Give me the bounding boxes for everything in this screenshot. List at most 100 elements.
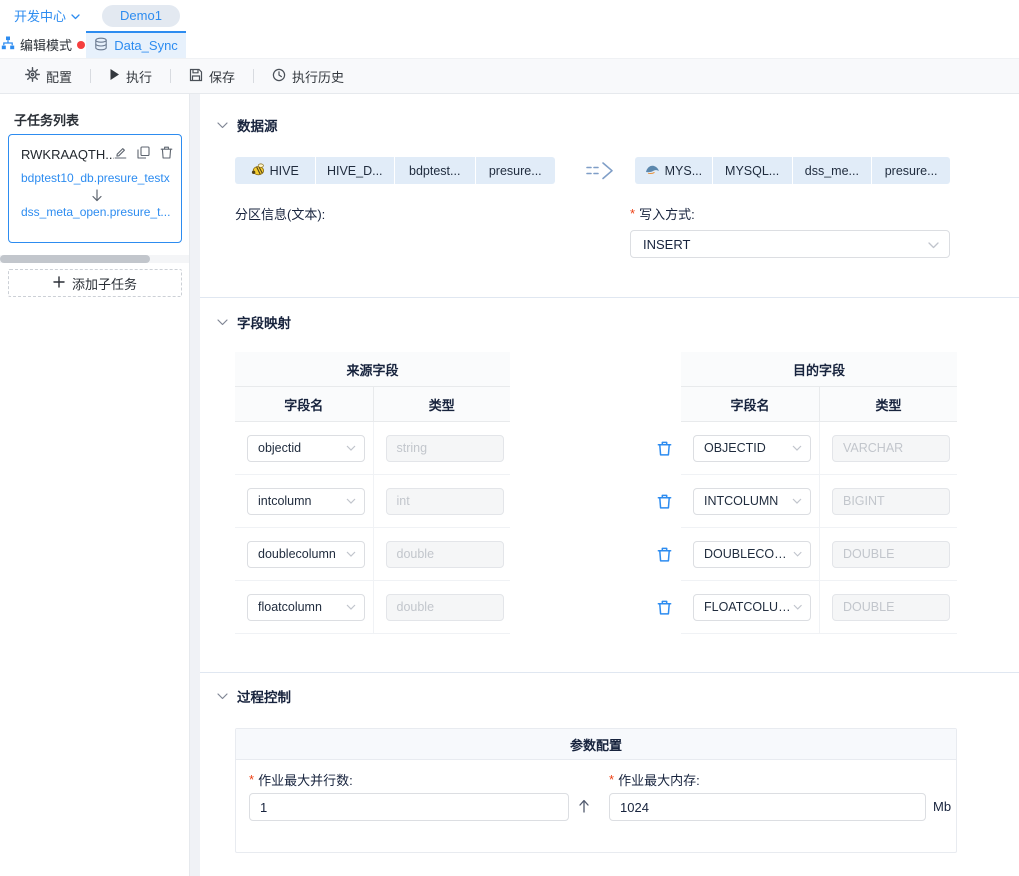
table-row: FLOATCOLUMN DOUBLE bbox=[681, 581, 957, 634]
tab-data-sync[interactable]: Data_Sync bbox=[86, 31, 186, 58]
edit-icon[interactable] bbox=[114, 146, 127, 162]
required-marker: * bbox=[630, 206, 635, 221]
required-marker: * bbox=[249, 772, 254, 787]
subtask-name: RWKRAAQTH... bbox=[21, 147, 114, 162]
target-segment: dss_me... bbox=[793, 157, 872, 184]
table-row: floatcolumn double bbox=[235, 581, 510, 634]
source-segment: presure... bbox=[476, 157, 556, 184]
collapse-chevron-icon[interactable] bbox=[217, 122, 228, 129]
target-segment-label: presure... bbox=[885, 164, 938, 178]
collapse-chevron-icon[interactable] bbox=[217, 319, 228, 326]
config-button[interactable]: 配置 bbox=[25, 67, 72, 86]
edit-mode-label: 编辑模式 bbox=[20, 35, 72, 54]
sidebar-scrollbar-thumb[interactable] bbox=[0, 255, 150, 263]
edit-mode-toggle[interactable]: 编辑模式 bbox=[0, 31, 86, 58]
section-divider bbox=[200, 297, 1019, 298]
target-field-select[interactable]: INTCOLUMN bbox=[693, 488, 811, 515]
tab-bar: 编辑模式 Data_Sync bbox=[0, 31, 1019, 58]
delete-icon[interactable] bbox=[160, 146, 173, 162]
target-type-field: DOUBLE bbox=[832, 541, 950, 568]
source-type-field: double bbox=[386, 541, 504, 568]
subtask-target-table: dss_meta_open.presure_t... bbox=[21, 205, 173, 219]
target-fields-table: 目的字段 字段名 类型 OBJECTID VARCHAR INTCOLUMN B… bbox=[681, 352, 957, 634]
parameter-config-box: 参数配置 * 作业最大并行数: * 作业最 bbox=[235, 728, 957, 853]
collapse-chevron-icon[interactable] bbox=[217, 693, 228, 700]
target-segment: presure... bbox=[872, 157, 950, 184]
table-row: intcolumn int bbox=[235, 475, 510, 528]
max-parallel-input[interactable] bbox=[249, 793, 569, 821]
source-field-select[interactable]: objectid bbox=[247, 435, 365, 462]
delete-row-icon[interactable] bbox=[657, 441, 672, 456]
hive-icon bbox=[251, 163, 265, 179]
datasource-section-header: 数据源 bbox=[217, 115, 278, 135]
chevron-down-icon bbox=[928, 237, 939, 252]
target-segment: MYSQL... bbox=[713, 157, 792, 184]
source-segment-label: HIVE bbox=[270, 164, 299, 178]
flow-arrow-icon bbox=[585, 160, 615, 182]
source-type-field: string bbox=[386, 435, 504, 462]
max-memory-label: * 作业最大内存: bbox=[609, 770, 700, 789]
main-panel: 数据源 HIVE HIVE_D... bdptest... bbox=[200, 94, 1019, 876]
table-row: doublecolumn double bbox=[235, 528, 510, 581]
tab-label: Data_Sync bbox=[114, 38, 178, 53]
target-datasource-group[interactable]: MYS... MYSQL... dss_me... presure... bbox=[635, 157, 950, 184]
app-window: 开发中心 Demo1 编辑模式 bbox=[0, 0, 1019, 876]
source-segment: bdptest... bbox=[395, 157, 475, 184]
source-fields-table: 来源字段 字段名 类型 objectid string intcolumn in… bbox=[235, 352, 510, 634]
source-segment: HIVE bbox=[235, 157, 315, 184]
subtask-source-table: bdptest10_db.presure_testx bbox=[21, 171, 173, 185]
workspace-label: 开发中心 bbox=[14, 6, 66, 25]
stepper-up-icon[interactable] bbox=[578, 799, 590, 813]
max-memory-input[interactable] bbox=[609, 793, 926, 821]
target-field-select[interactable]: DOUBLECOLU... bbox=[693, 541, 811, 568]
chevron-down-icon bbox=[71, 8, 80, 23]
history-label: 执行历史 bbox=[292, 67, 344, 86]
source-field-select[interactable]: doublecolumn bbox=[247, 541, 365, 568]
source-type-field: double bbox=[386, 594, 504, 621]
section-divider bbox=[200, 672, 1019, 673]
source-field-select[interactable]: floatcolumn bbox=[247, 594, 365, 621]
target-segment-label: MYS... bbox=[665, 164, 703, 178]
write-mode-value: INSERT bbox=[643, 237, 690, 252]
save-button[interactable]: 保存 bbox=[189, 67, 235, 86]
sidebar-gutter bbox=[190, 94, 200, 876]
memory-unit: Mb bbox=[933, 799, 951, 814]
target-field-select[interactable]: OBJECTID bbox=[693, 435, 811, 462]
table-row: INTCOLUMN BIGINT bbox=[681, 475, 957, 528]
clock-icon bbox=[272, 68, 286, 85]
subtask-sidebar: 子任务列表 RWKRAAQTH... bbox=[0, 94, 190, 876]
mysql-icon bbox=[645, 163, 660, 178]
content: 子任务列表 RWKRAAQTH... bbox=[0, 94, 1019, 876]
config-label: 配置 bbox=[46, 67, 72, 86]
delete-row-icon[interactable] bbox=[657, 494, 672, 509]
write-mode-select[interactable]: INSERT bbox=[630, 230, 950, 258]
column-header-type: 类型 bbox=[819, 387, 957, 421]
workspace-switcher[interactable]: 开发中心 bbox=[14, 6, 80, 25]
run-button[interactable]: 执行 bbox=[109, 67, 152, 86]
save-icon bbox=[189, 68, 203, 85]
target-field-select[interactable]: FLOATCOLUMN bbox=[693, 594, 811, 621]
subtask-card[interactable]: RWKRAAQTH... bbox=[8, 134, 182, 243]
unsaved-dot bbox=[77, 41, 85, 49]
run-label: 执行 bbox=[126, 67, 152, 86]
add-subtask-button[interactable]: 添加子任务 bbox=[8, 269, 182, 297]
delete-row-icon[interactable] bbox=[657, 547, 672, 562]
sidebar-scrollbar-track bbox=[0, 255, 189, 263]
source-datasource-group[interactable]: HIVE HIVE_D... bdptest... presure... bbox=[235, 157, 555, 184]
source-table-title: 来源字段 bbox=[235, 352, 510, 387]
delete-row-icon[interactable] bbox=[657, 600, 672, 615]
toolbar-divider bbox=[170, 69, 171, 83]
source-segment: HIVE_D... bbox=[316, 157, 395, 184]
source-type-field: int bbox=[386, 488, 504, 515]
table-row: objectid string bbox=[235, 422, 510, 475]
database-icon bbox=[94, 37, 108, 54]
parameter-config-title: 参数配置 bbox=[236, 729, 956, 760]
source-segment-label: HIVE_D... bbox=[327, 164, 383, 178]
partition-label: 分区信息(文本): bbox=[235, 204, 325, 223]
datasource-section-title: 数据源 bbox=[237, 115, 278, 135]
source-field-select[interactable]: intcolumn bbox=[247, 488, 365, 515]
table-row: OBJECTID VARCHAR bbox=[681, 422, 957, 475]
history-button[interactable]: 执行历史 bbox=[272, 67, 344, 86]
copy-icon[interactable] bbox=[137, 146, 150, 162]
project-tag[interactable]: Demo1 bbox=[102, 5, 180, 27]
